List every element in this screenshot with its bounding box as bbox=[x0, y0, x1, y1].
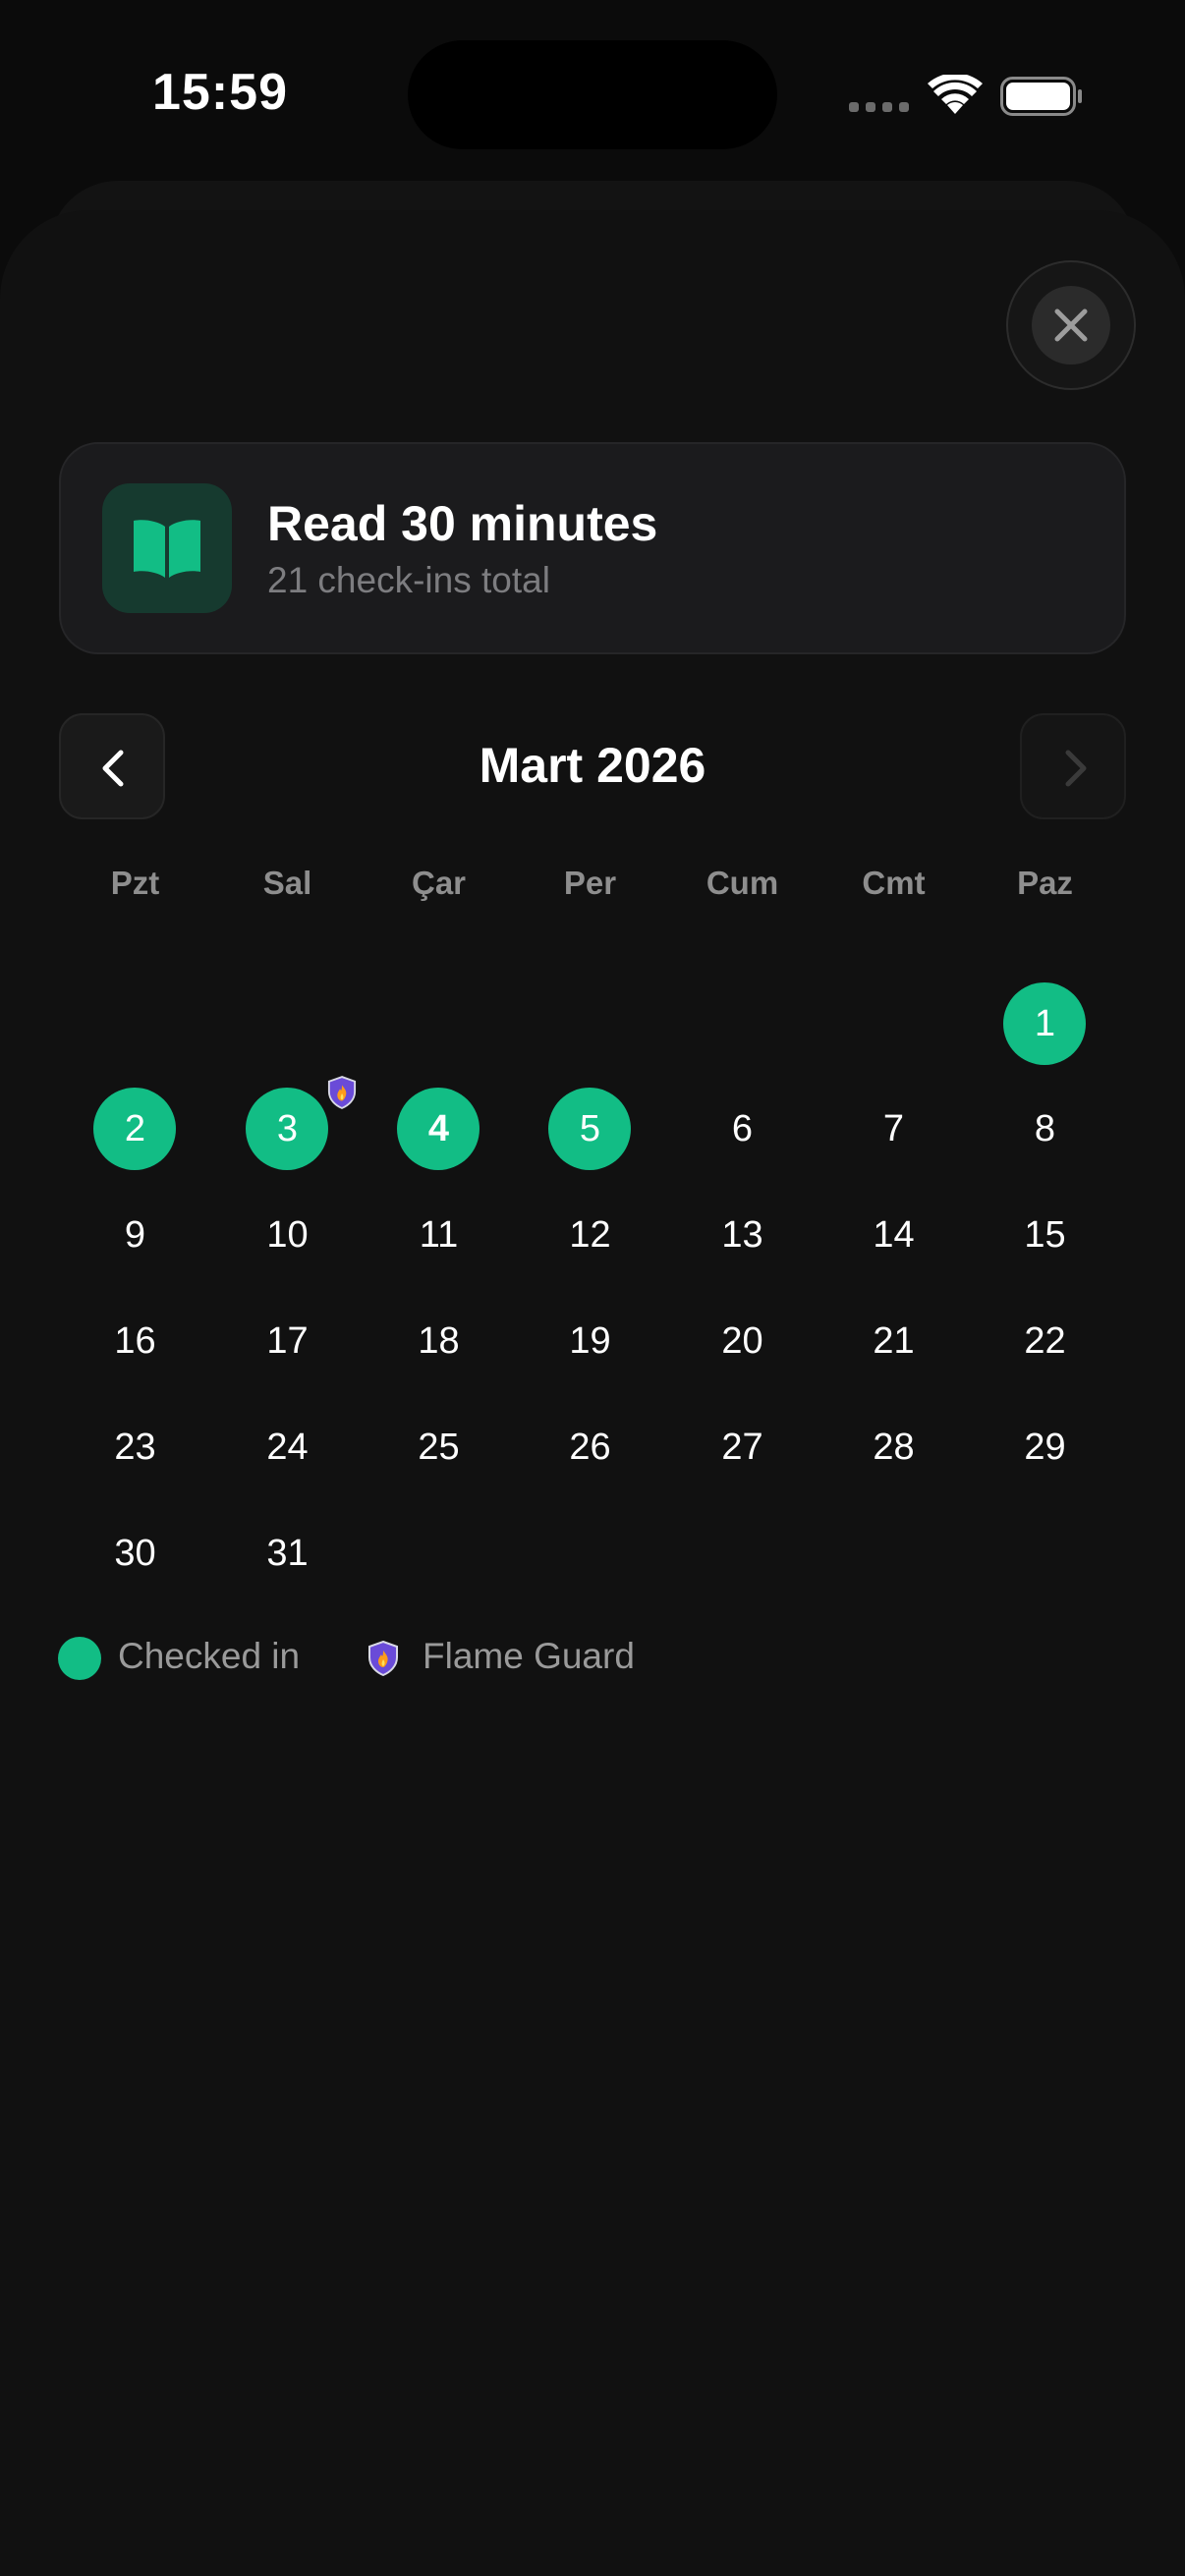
day-number: 8 bbox=[1034, 1108, 1056, 1149]
next-month-button[interactable] bbox=[1020, 713, 1126, 819]
calendar-day-19[interactable]: 19 bbox=[514, 1300, 666, 1382]
calendar-day-7[interactable]: 7 bbox=[818, 1088, 970, 1170]
calendar-day-18[interactable]: 18 bbox=[363, 1300, 515, 1382]
close-button-inner bbox=[1032, 286, 1110, 364]
calendar-day-1[interactable]: 1 bbox=[969, 982, 1121, 1065]
day-number: 14 bbox=[873, 1214, 915, 1256]
flame-guard-shield-icon bbox=[368, 1641, 398, 1676]
calendar-day-9[interactable]: 9 bbox=[59, 1194, 211, 1276]
day-number: 9 bbox=[124, 1214, 146, 1256]
day-number: 23 bbox=[114, 1427, 156, 1468]
calendar-day-26[interactable]: 26 bbox=[514, 1406, 666, 1488]
chevron-right-icon bbox=[1065, 750, 1087, 787]
calendar-day-12[interactable]: 12 bbox=[514, 1194, 666, 1276]
close-button[interactable] bbox=[1006, 260, 1136, 390]
weekday-header: Cum bbox=[705, 865, 779, 901]
day-number: 28 bbox=[873, 1427, 915, 1468]
weekday-header: Cmt bbox=[862, 865, 926, 901]
day-number: 5 bbox=[579, 1108, 601, 1149]
day-number: 4 bbox=[427, 1108, 450, 1149]
close-icon bbox=[1054, 308, 1088, 342]
day-number: 24 bbox=[266, 1427, 309, 1468]
day-number: 29 bbox=[1024, 1427, 1066, 1468]
weekday-header: Pzt bbox=[110, 865, 160, 901]
calendar-day-6[interactable]: 6 bbox=[666, 1088, 818, 1170]
calendar-day-16[interactable]: 16 bbox=[59, 1300, 211, 1382]
day-number: 10 bbox=[266, 1214, 309, 1256]
calendar-day-25[interactable]: 25 bbox=[363, 1406, 515, 1488]
flame-guard-legend-label: Flame Guard bbox=[423, 1636, 635, 1676]
day-number: 13 bbox=[721, 1214, 763, 1256]
calendar-day-23[interactable]: 23 bbox=[59, 1406, 211, 1488]
calendar-day-28[interactable]: 28 bbox=[818, 1406, 970, 1488]
calendar-day-8[interactable]: 8 bbox=[969, 1088, 1121, 1170]
day-number: 2 bbox=[124, 1108, 146, 1149]
checked-in-legend-dot bbox=[58, 1637, 101, 1680]
day-number: 18 bbox=[418, 1320, 460, 1362]
calendar-day-2[interactable]: 2 bbox=[59, 1088, 211, 1170]
weekday-header: Sal bbox=[262, 865, 312, 901]
habit-detail-screen: 15:59 Read 30 minutes 21 check-ins total… bbox=[0, 0, 1185, 2576]
calendar-day-14[interactable]: 14 bbox=[818, 1194, 970, 1276]
calendar-day-22[interactable]: 22 bbox=[969, 1300, 1121, 1382]
day-number: 11 bbox=[419, 1214, 459, 1256]
day-number: 16 bbox=[114, 1320, 156, 1362]
calendar-day-31[interactable]: 31 bbox=[211, 1512, 364, 1595]
calendar-day-13[interactable]: 13 bbox=[666, 1194, 818, 1276]
calendar-day-11[interactable]: 11 bbox=[363, 1194, 515, 1276]
cellular-signal-icon bbox=[849, 102, 909, 112]
day-number: 1 bbox=[1034, 1003, 1056, 1044]
calendar-day-27[interactable]: 27 bbox=[666, 1406, 818, 1488]
day-number: 12 bbox=[569, 1214, 611, 1256]
day-number: 26 bbox=[569, 1427, 611, 1468]
day-number: 17 bbox=[266, 1320, 309, 1362]
calendar-day-5[interactable]: 5 bbox=[514, 1088, 666, 1170]
weekday-header: Per bbox=[563, 865, 617, 901]
book-icon bbox=[134, 520, 200, 578]
calendar-day-3[interactable]: 3 bbox=[211, 1076, 364, 1170]
flame-guard-icon bbox=[327, 1076, 357, 1109]
day-number: 30 bbox=[114, 1533, 156, 1574]
calendar-day-4[interactable]: 4 bbox=[363, 1088, 515, 1170]
wifi-icon bbox=[928, 75, 983, 114]
weekday-header: Paz bbox=[1017, 865, 1073, 901]
calendar-day-24[interactable]: 24 bbox=[211, 1406, 364, 1488]
month-title: Mart 2026 bbox=[479, 738, 706, 793]
day-number: 27 bbox=[721, 1427, 763, 1468]
calendar-day-21[interactable]: 21 bbox=[818, 1300, 970, 1382]
day-number: 25 bbox=[418, 1427, 460, 1468]
day-number: 22 bbox=[1024, 1320, 1066, 1362]
day-number: 19 bbox=[569, 1320, 611, 1362]
status-time: 15:59 bbox=[152, 64, 288, 121]
calendar-day-29[interactable]: 29 bbox=[969, 1406, 1121, 1488]
checked-in-legend-label: Checked in bbox=[118, 1636, 301, 1676]
day-number: 7 bbox=[882, 1108, 905, 1149]
day-number: 15 bbox=[1024, 1214, 1066, 1256]
calendar-day-17[interactable]: 17 bbox=[211, 1300, 364, 1382]
calendar-day-15[interactable]: 15 bbox=[969, 1194, 1121, 1276]
dynamic-island bbox=[408, 40, 777, 149]
habit-icon-tile bbox=[102, 483, 232, 613]
battery-icon bbox=[1000, 77, 1082, 116]
calendar-day-10[interactable]: 10 bbox=[211, 1194, 364, 1276]
habit-title: Read 30 minutes bbox=[267, 496, 658, 551]
habit-checkin-count: 21 check-ins total bbox=[267, 560, 550, 600]
calendar-day-30[interactable]: 30 bbox=[59, 1512, 211, 1595]
day-number: 31 bbox=[266, 1533, 309, 1574]
day-number: 21 bbox=[873, 1320, 915, 1362]
day-number: 6 bbox=[731, 1108, 754, 1149]
day-number: 20 bbox=[721, 1320, 763, 1362]
habit-summary-card: Read 30 minutes 21 check-ins total bbox=[59, 442, 1126, 654]
calendar-day-20[interactable]: 20 bbox=[666, 1300, 818, 1382]
weekday-header: Çar bbox=[411, 865, 467, 901]
